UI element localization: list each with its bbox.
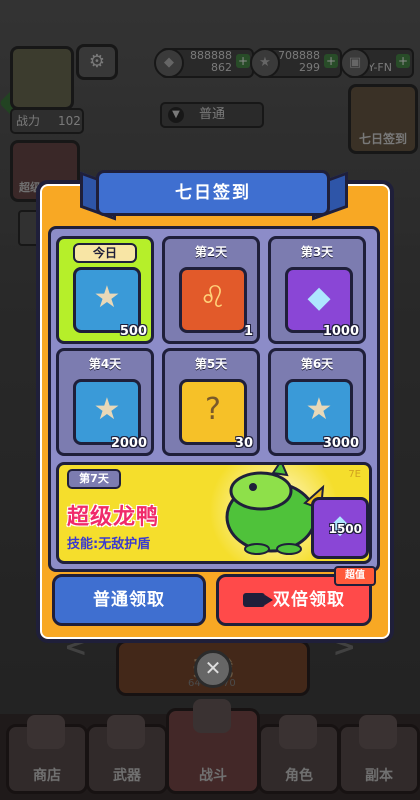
day-5-cell[interactable]: 第5天 ? 30 bbox=[162, 348, 260, 456]
day-4-cell[interactable]: 第4天 ★ 2000 bbox=[56, 348, 154, 456]
day-label: 今日 bbox=[73, 243, 137, 263]
reward-qty: 30 bbox=[234, 436, 253, 451]
hero-name: 超级龙鸭 bbox=[67, 505, 160, 530]
day-label: 第6天 bbox=[300, 357, 334, 371]
day-label: 第7天 bbox=[67, 469, 121, 489]
crystal-icon: ◆ 1500 bbox=[311, 497, 369, 559]
reward-qty: 3000 bbox=[322, 436, 359, 451]
video-camera-icon bbox=[243, 593, 273, 607]
day-3-cell[interactable]: 第3天 ◆ 1000 bbox=[268, 236, 366, 344]
reward-qty: 500 bbox=[119, 324, 147, 339]
close-icon[interactable]: ✕ bbox=[194, 650, 232, 688]
day-2-cell[interactable]: 第2天 ♌ 1 bbox=[162, 236, 260, 344]
day-1-cell[interactable]: 今日 ★ 500 bbox=[56, 236, 154, 344]
day-7-cell[interactable]: 第7天 7E 超级龙鸭 技能:无敌护盾 ◆ 1500 bbox=[56, 462, 372, 564]
reward-qty: 2000 bbox=[110, 436, 147, 451]
day-label: 第4天 bbox=[88, 357, 122, 371]
value-badge: 超值 bbox=[334, 566, 376, 586]
reward-qty: 1500 bbox=[328, 522, 362, 536]
reward-qty: 1000 bbox=[322, 324, 359, 339]
day-label: 第5天 bbox=[194, 357, 228, 371]
day-label: 第3天 bbox=[300, 245, 334, 259]
day-6-cell[interactable]: 第6天 ★ 3000 bbox=[268, 348, 366, 456]
claim-double-label: 双倍领取 bbox=[273, 590, 345, 610]
dialog-title: 七日签到 bbox=[96, 170, 330, 216]
day7-tag: 7E bbox=[348, 469, 361, 480]
claim-normal-label: 普通领取 bbox=[93, 590, 165, 610]
hero-skill: 技能:无敌护盾 bbox=[67, 537, 151, 552]
reward-qty: 1 bbox=[243, 324, 253, 339]
lion-icon: ♌ bbox=[179, 267, 247, 333]
day-label: 第2天 bbox=[194, 245, 228, 259]
claim-normal-button[interactable]: 普通领取 bbox=[52, 574, 206, 626]
